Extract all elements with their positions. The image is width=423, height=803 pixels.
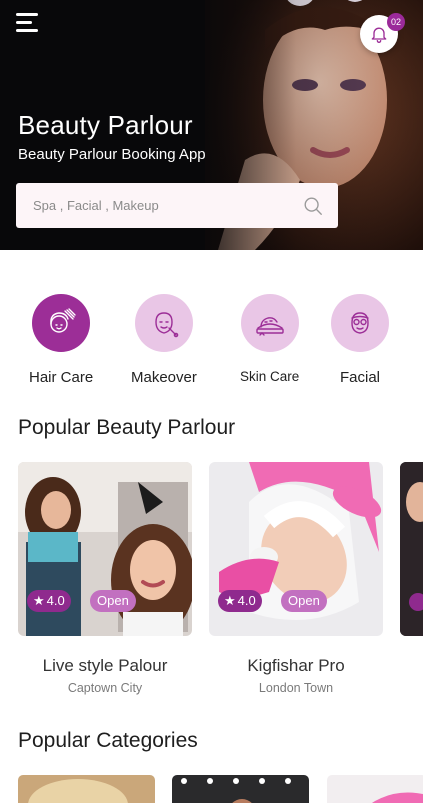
parlour-location: London Town [258,681,334,695]
app-title: Beauty Parlour [18,110,193,140]
search-input[interactable] [33,198,302,213]
skin-care-icon [240,294,299,352]
parlour-photo: ★ 4.0 Open [18,462,192,636]
service-label: Makeover [131,369,197,386]
search-bar [16,183,338,228]
hamburger-menu-icon[interactable] [16,13,40,33]
service-hair-care[interactable]: Hair Care [29,294,93,386]
status-badge: Open [281,590,327,612]
service-makeover[interactable]: Makeover [131,294,197,386]
service-skin-care[interactable]: Skin Care [240,294,299,384]
category-card[interactable] [327,775,423,803]
service-label: Facial [339,369,380,386]
category-card[interactable] [18,775,155,803]
facial-icon [331,294,389,352]
parlour-name: Live style Palour [42,656,168,675]
service-label: Hair Care [29,369,94,386]
star-icon: ★ [33,593,45,608]
rating-badge: ★ 4.0 [218,590,262,612]
notification-count-badge: 02 [387,13,405,31]
bell-icon [371,27,387,43]
parlour-location: Captown City [67,681,143,695]
makeover-icon [134,294,193,352]
parlour-name: Kigfishar Pro [247,656,345,675]
rating-badge: ★ 4.0 [27,590,71,612]
popular-categories-heading: Popular Categories [18,729,198,752]
hair-care-icon [32,294,91,352]
search-icon[interactable] [302,195,324,217]
status-badge: Open [90,590,136,612]
rating-value: 4.0 [46,593,65,608]
category-card[interactable] [172,775,309,803]
parlour-card[interactable]: ★ 4.0 Open Live style Palour Captown Cit… [18,462,192,695]
service-categories: Hair Care Makeover Skin Care Facial [0,294,423,394]
rating-value: 4.0 [237,593,256,608]
hero-banner: 02 Beauty Parlour Beauty Parlour Booking… [0,0,423,250]
parlour-card[interactable]: ★ 4.0 Open Kigfishar Pro London Town [209,462,383,695]
popular-parlour-heading: Popular Beauty Parlour [18,416,236,439]
service-label: Skin Care [240,369,300,384]
star-icon: ★ [224,593,236,608]
parlour-card-partial[interactable] [400,462,423,636]
parlour-photo: ★ 4.0 Open [209,462,383,636]
service-facial[interactable]: Facial [331,294,389,386]
app-subtitle: Beauty Parlour Booking App [18,146,206,163]
